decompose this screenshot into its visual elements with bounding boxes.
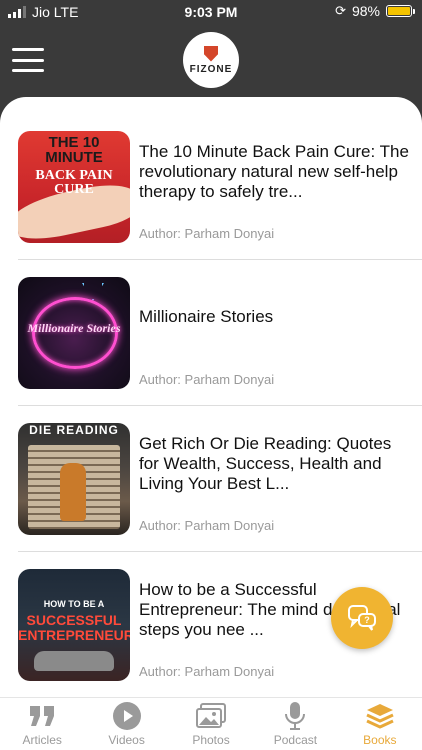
chat-question-icon: ?: [348, 605, 376, 631]
cover-subtitle: BACK PAIN CURE: [35, 168, 113, 197]
tab-articles[interactable]: Articles: [0, 698, 84, 750]
list-item[interactable]: THE 10 MINUTE BACK PAIN CURE The 10 Minu…: [0, 111, 422, 257]
app-logo[interactable]: FIZONE: [183, 32, 239, 88]
photos-icon: [196, 703, 227, 728]
cover-subtitle: SUCCESSFUL ENTREPRENEUR: [18, 612, 130, 643]
tab-photos[interactable]: Photos: [169, 698, 253, 750]
tab-label: Books: [363, 733, 397, 747]
quote-icon: [30, 706, 55, 726]
book-title: The 10 Minute Back Pain Cure: The revolu…: [139, 142, 409, 201]
cover-title: DIE READING: [29, 423, 119, 437]
book-author: Author: Parham Donyai: [139, 372, 275, 387]
book-author: Author: Parham Donyai: [139, 664, 275, 679]
battery-percent: 98%: [351, 3, 380, 19]
book-cover: Millionaire Stories: [18, 277, 130, 389]
rotation-lock-icon: ⟳: [335, 3, 346, 18]
book-cover: HOW TO BE A SUCCESSFUL ENTREPRENEUR: [18, 569, 130, 681]
status-bar: Jio LTE 9:03 PM ⟳ 98%: [0, 0, 422, 24]
books-icon: [366, 704, 394, 729]
list-item[interactable]: Millionaire Stories Millionaire Stories …: [0, 257, 422, 403]
book-title: Millionaire Stories: [139, 307, 274, 326]
tab-podcast[interactable]: Podcast: [253, 698, 337, 750]
book-author: Author: Parham Donyai: [139, 226, 275, 241]
book-title: Get Rich Or Die Reading: Quotes for Weal…: [139, 434, 392, 493]
tab-label: Photos: [192, 733, 230, 747]
microphone-icon: [285, 702, 306, 730]
play-icon: [112, 702, 141, 730]
cover-title: HOW TO BE A: [43, 599, 105, 609]
tab-label: Videos: [108, 733, 145, 747]
tab-books[interactable]: Books: [338, 698, 422, 750]
list-item[interactable]: DIE READING Get Rich Or Die Reading: Quo…: [0, 403, 422, 549]
app-header: FIZONE: [0, 24, 422, 100]
logo-text: FIZONE: [189, 63, 233, 75]
chat-support-button[interactable]: ?: [331, 587, 393, 649]
shield-icon: [204, 45, 218, 62]
cover-title: THE 10 MINUTE: [45, 134, 103, 166]
bottom-tab-bar: Articles Videos Photos Podcast Books: [0, 697, 422, 750]
tab-label: Podcast: [273, 733, 318, 747]
hamburger-menu-button[interactable]: [12, 48, 44, 72]
tab-label: Articles: [22, 733, 62, 747]
book-cover: DIE READING: [18, 423, 130, 535]
battery-icon: [386, 5, 415, 17]
cover-title: Millionaire Stories: [27, 321, 121, 335]
book-cover: THE 10 MINUTE BACK PAIN CURE: [18, 131, 130, 243]
book-author: Author: Parham Donyai: [139, 518, 275, 533]
svg-text:?: ?: [364, 615, 370, 625]
tab-videos[interactable]: Videos: [84, 698, 168, 750]
